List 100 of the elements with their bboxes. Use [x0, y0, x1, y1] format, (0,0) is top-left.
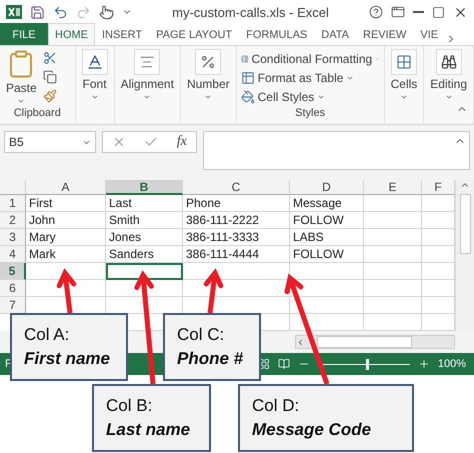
file-tab[interactable]: FILE — [0, 23, 48, 45]
table-cell: FOLLOW — [290, 246, 364, 263]
ribbon-tab[interactable]: HOME — [48, 23, 95, 45]
table-cell: Jones — [106, 229, 183, 246]
group-title: Clipboard — [12, 107, 62, 121]
ribbon-tab[interactable]: DATA — [314, 23, 356, 45]
table-cell: Mary — [26, 229, 106, 246]
table-cell — [364, 297, 422, 314]
table-cell — [364, 263, 422, 280]
binoculars-icon — [440, 54, 457, 70]
callout-label: Col C: — [177, 324, 226, 346]
excel-logo-icon — [6, 5, 22, 19]
callout-caption: Phone # — [177, 348, 244, 370]
caret-icon — [17, 97, 26, 105]
callout-caption: Message Code — [252, 419, 372, 441]
name-box[interactable]: B5 — [4, 131, 96, 153]
zoom-level: 100% — [438, 358, 466, 370]
paste-button[interactable]: Paste — [4, 49, 39, 107]
touch-icon — [99, 4, 114, 20]
cells-button[interactable]: Cells — [388, 49, 420, 107]
callout-label: Col B: — [106, 395, 154, 417]
style-menu-button[interactable]: Conditional Formatting — [240, 49, 380, 68]
row-header[interactable]: 6 — [0, 280, 26, 297]
row-header[interactable]: 7 — [0, 297, 26, 314]
font-button[interactable]: Font — [80, 49, 110, 107]
style-menu-button[interactable]: Cell Styles — [240, 87, 380, 106]
horizontal-scrollbar[interactable] — [295, 335, 455, 349]
scrollbar-thumb[interactable] — [317, 336, 412, 348]
minimize-icon — [413, 11, 424, 13]
table-icon — [240, 70, 255, 84]
ribbon-tab[interactable]: FORMULAS — [239, 23, 314, 45]
callout-label: Col A: — [24, 324, 70, 346]
cell-style-icon — [240, 90, 255, 104]
table-cell — [364, 229, 422, 246]
table-cell: Message — [290, 195, 364, 212]
column-header[interactable]: D — [290, 180, 364, 195]
table-cell: 386-111-3333 — [183, 229, 290, 246]
table-cell: Sanders — [106, 246, 183, 263]
column-header[interactable]: F — [422, 180, 455, 195]
select-all-corner[interactable] — [0, 180, 26, 195]
group-title: Styles — [294, 107, 326, 121]
window-title: my-custom-calls.xls - Excel — [171, 4, 330, 20]
caret-icon — [143, 93, 152, 101]
arrow — [204, 268, 224, 314]
table-cell — [364, 212, 422, 229]
row-header[interactable]: 3 — [0, 229, 26, 246]
caret-icon — [204, 93, 212, 101]
ribbon-display-icon — [391, 5, 405, 19]
table-cell: Mark — [26, 246, 106, 263]
formula-input[interactable] — [203, 131, 470, 170]
percent-icon — [200, 54, 216, 70]
table-cell: Last — [106, 195, 183, 212]
table-cell — [364, 195, 422, 212]
scroll-left-icon — [296, 338, 305, 346]
arrow — [56, 268, 76, 314]
callout-caption: First name — [24, 348, 111, 370]
table-cell: LABS — [290, 229, 364, 246]
table-cell — [364, 280, 422, 297]
table-cell: First — [26, 195, 106, 212]
style-menu-button[interactable]: Format as Table — [240, 68, 380, 87]
redo-icon — [76, 4, 91, 20]
caret-icon — [90, 93, 99, 101]
insert-function-label[interactable]: fx — [176, 134, 187, 150]
scrollbar-thumb[interactable] — [460, 194, 470, 254]
table-cell: 386-111-4444 — [183, 246, 290, 263]
font-color-icon — [86, 53, 104, 71]
editing-button[interactable]: Editing — [428, 49, 469, 107]
row-header[interactable]: 1 — [0, 195, 26, 212]
table-cell: Phone — [183, 195, 290, 212]
maximize-icon — [432, 6, 445, 18]
table-cell: John — [26, 212, 106, 229]
help-icon — [369, 5, 383, 19]
number-button[interactable]: Number — [184, 49, 232, 107]
zoom-in-icon — [418, 358, 430, 370]
callout-caption: Last name — [106, 419, 192, 441]
save-icon — [30, 4, 45, 20]
table-cell: FOLLOW — [290, 212, 364, 229]
alignment-button[interactable]: Alignment — [118, 49, 176, 107]
copy-icon — [42, 70, 57, 84]
ribbon-tab[interactable]: VIE — [413, 23, 446, 45]
callout-label: Col D: — [252, 395, 300, 417]
table-cell: 386-111-2222 — [183, 212, 290, 229]
zoom-slider-thumb[interactable] — [366, 358, 369, 370]
page-break-icon — [278, 358, 290, 370]
column-header[interactable]: A — [26, 180, 106, 195]
paintbrush-icon — [42, 89, 57, 103]
table-cell — [364, 246, 422, 263]
cells-icon — [396, 54, 412, 70]
column-header[interactable]: E — [364, 180, 422, 195]
ribbon-tab[interactable]: PAGE LAYOUT — [149, 23, 240, 45]
row-header[interactable]: 5 — [0, 263, 26, 280]
ribbon-tab[interactable]: REVIEW — [356, 23, 414, 45]
caret-icon — [400, 93, 408, 101]
scissors-icon — [42, 51, 57, 65]
column-header[interactable]: C — [183, 180, 290, 195]
ribbon-tab[interactable]: INSERT — [95, 23, 150, 45]
row-header[interactable]: 2 — [0, 212, 26, 229]
column-header[interactable]: B — [106, 180, 183, 195]
row-header[interactable]: 4 — [0, 246, 26, 263]
caret-icon — [444, 93, 453, 101]
